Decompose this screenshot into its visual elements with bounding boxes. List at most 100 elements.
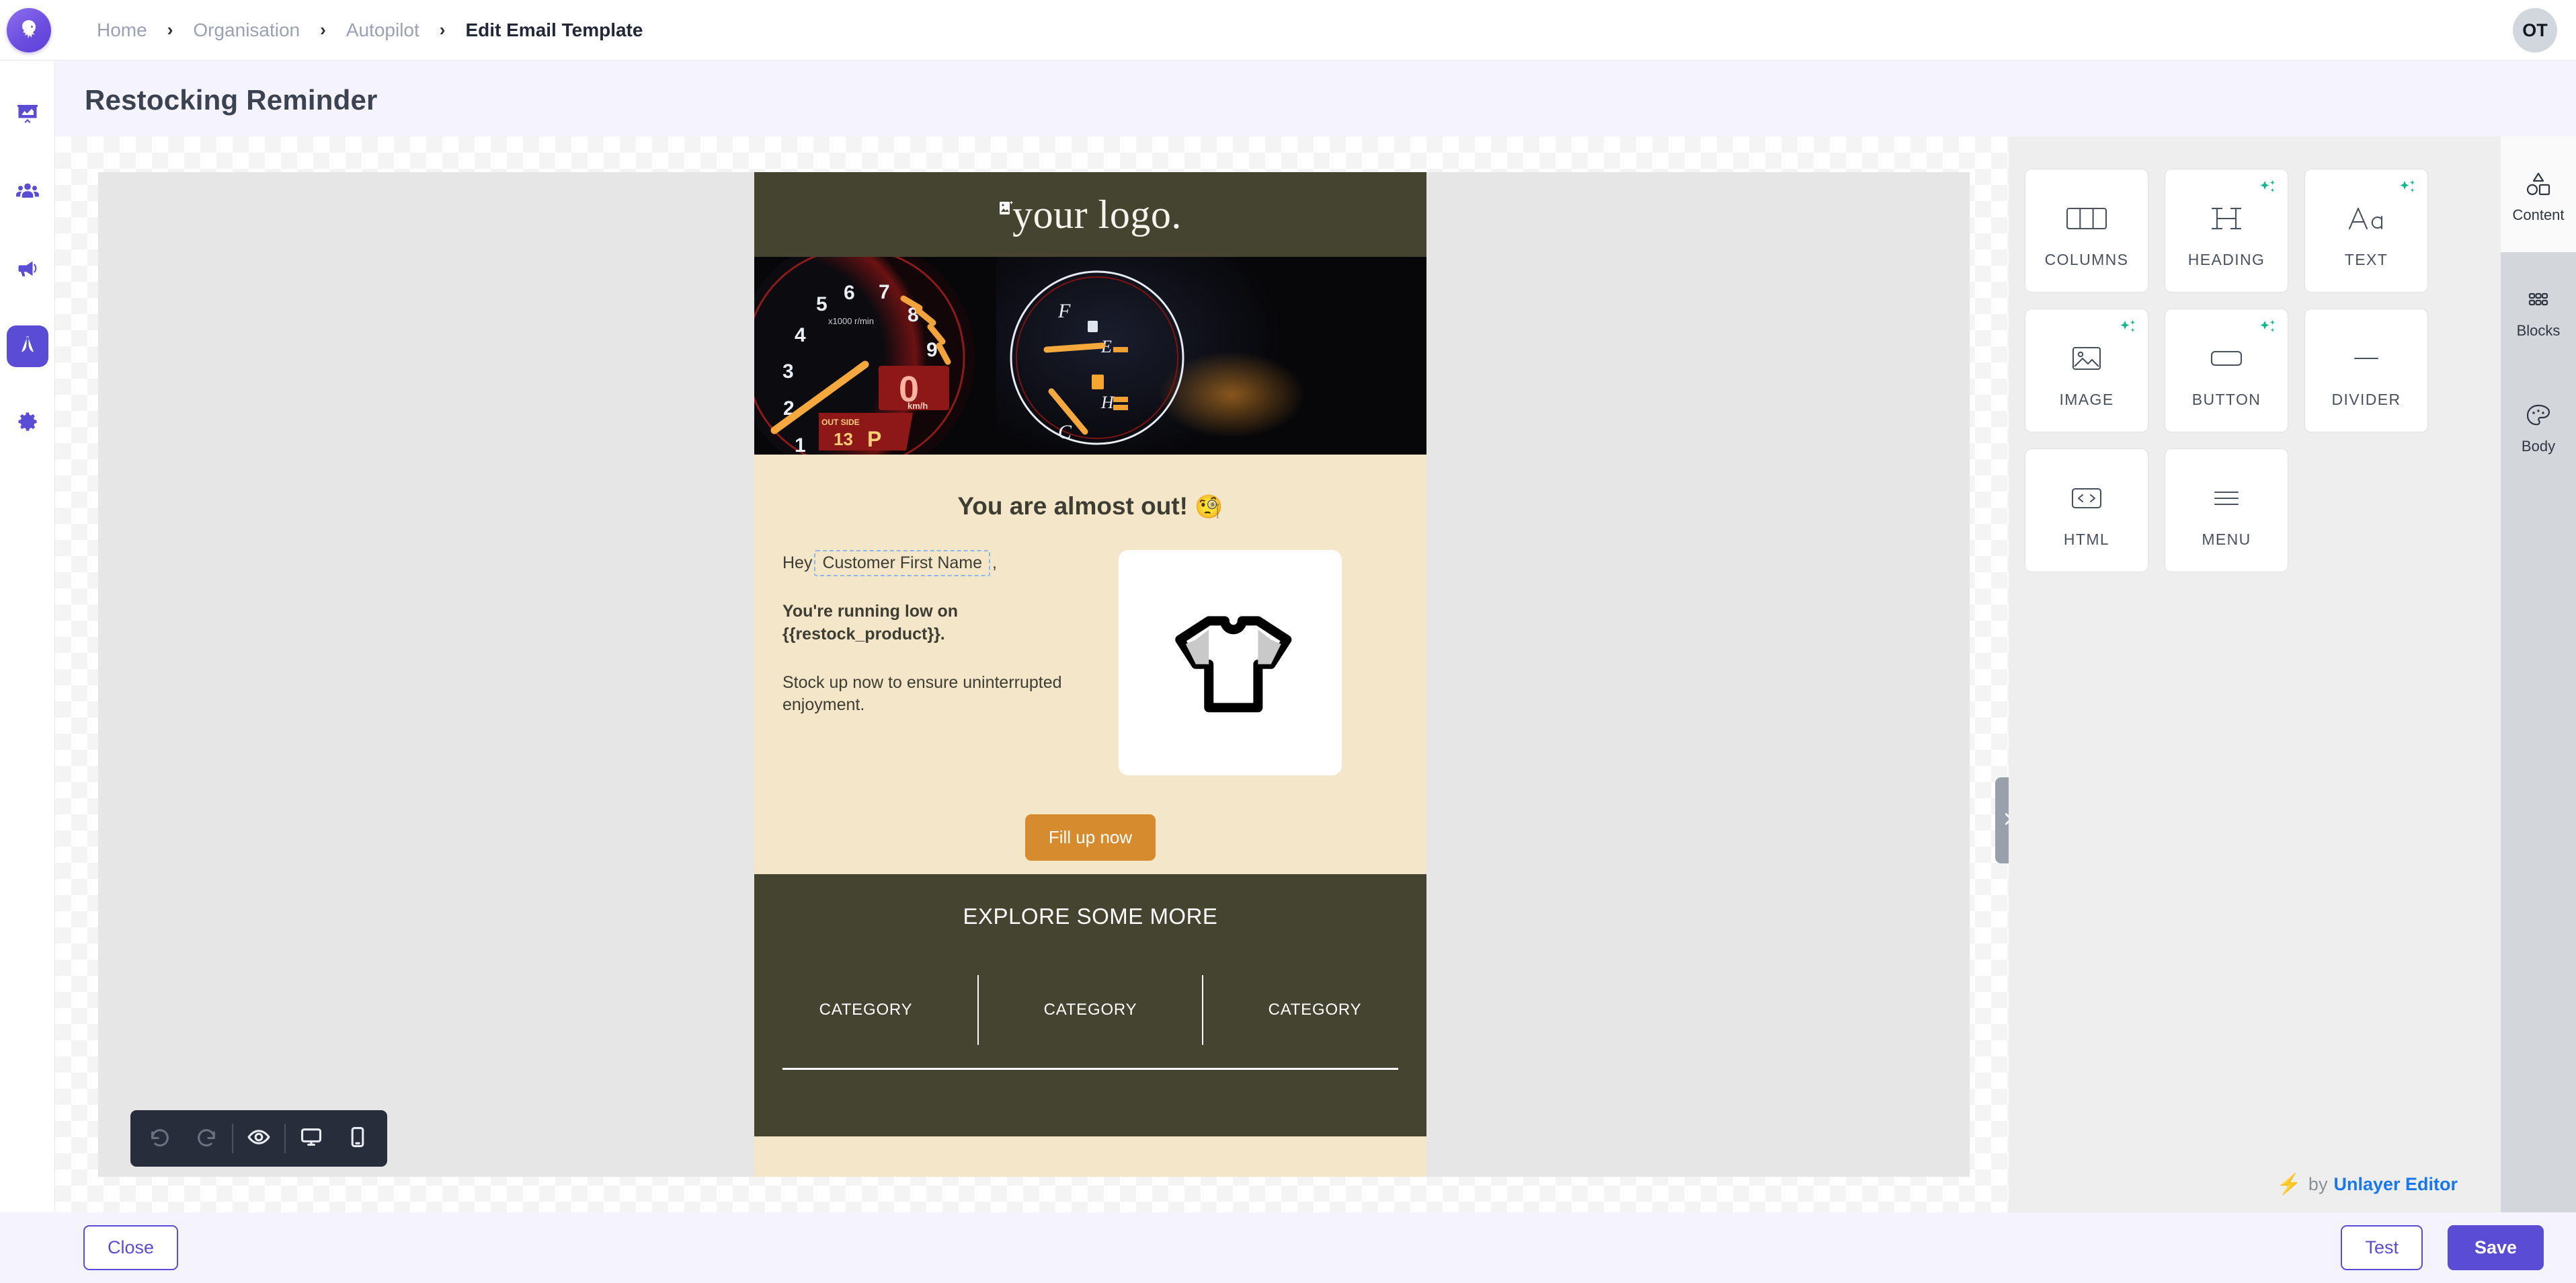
block-tile-html[interactable]: HTML: [2025, 449, 2148, 572]
image-placeholder-icon: [999, 200, 1014, 217]
email-paragraph[interactable]: Stock up now to ensure uninterrupted enj…: [782, 672, 1062, 717]
cta-button-fill-up-now[interactable]: Fill up now: [1024, 814, 1156, 861]
email-paragraph-bold[interactable]: You're running low on {{restock_product}…: [782, 600, 1062, 646]
page-header: Restocking Reminder: [55, 61, 2576, 137]
svg-text:6: 6: [844, 282, 855, 304]
panel-tab-strip: Content Blocks Body: [2501, 137, 2576, 1212]
breadcrumb: Home › Organisation › Autopilot › Edit E…: [97, 20, 643, 41]
svg-text:3: 3: [782, 360, 794, 383]
divider-icon: [2345, 333, 2387, 384]
block-tile-divider[interactable]: DIVIDER: [2304, 309, 2428, 432]
lightning-bolt-icon: ⚡: [2276, 1173, 2302, 1196]
block-tile-heading[interactable]: HEADING: [2165, 169, 2288, 293]
svg-text:km/h: km/h: [908, 401, 928, 411]
menu-icon: [2206, 473, 2247, 524]
test-button[interactable]: Test: [2341, 1225, 2423, 1270]
greeting-suffix: ,: [992, 553, 997, 572]
breadcrumb-item-autopilot[interactable]: Autopilot: [346, 20, 419, 41]
email-headline[interactable]: You are almost out! 🧐: [754, 455, 1426, 526]
top-bar: Home › Organisation › Autopilot › Edit E…: [0, 0, 2576, 61]
tab-label: Body: [2521, 438, 2556, 455]
toolbar-divider: [284, 1124, 286, 1153]
block-tile-columns[interactable]: COLUMNS: [2025, 169, 2148, 293]
tab-label: Content: [2512, 206, 2565, 223]
svg-text:F: F: [1057, 300, 1071, 322]
block-tile-label: MENU: [2202, 530, 2251, 548]
bottom-action-bar: Close Test Save: [0, 1212, 2576, 1283]
redo-button[interactable]: [184, 1110, 230, 1167]
block-tile-button[interactable]: BUTTON: [2165, 309, 2288, 432]
ai-sparkle-icon: [2399, 178, 2417, 197]
svg-text:5: 5: [816, 293, 828, 315]
merge-tag-customer-first-name[interactable]: Customer First Name: [814, 550, 991, 576]
breadcrumb-item-home[interactable]: Home: [97, 20, 147, 41]
credit-product-name[interactable]: Unlayer Editor: [2333, 1174, 2458, 1195]
block-tile-label: TEXT: [2344, 250, 2388, 268]
email-editor: your logo. 5 6 7 8 9 4 3 2 1 x1000 r/min…: [55, 137, 2576, 1212]
sidebar-item-autopilot[interactable]: [6, 325, 48, 367]
content-blocks-grid: COLUMNS HEADING TEXT IMAGE BUTTON DIVIDE…: [2025, 169, 2428, 572]
breadcrumb-item-organisation[interactable]: Organisation: [193, 20, 300, 41]
footer-category-3[interactable]: CATEGORY: [1202, 975, 1426, 1045]
editor-canvas: your logo. 5 6 7 8 9 4 3 2 1 x1000 r/min…: [55, 137, 2009, 1212]
megaphone-icon: [15, 256, 40, 284]
block-tile-menu[interactable]: MENU: [2165, 449, 2288, 572]
palette-icon: [2524, 396, 2552, 435]
tshirt-icon: [1158, 589, 1303, 737]
unlayer-credit: ⚡ by Unlayer Editor: [2277, 1173, 2458, 1196]
shapes-icon: [2524, 165, 2552, 204]
ai-sparkle-icon: [2259, 318, 2278, 337]
columns-icon: [2066, 193, 2107, 244]
grid-dots-icon: [2524, 280, 2552, 319]
mobile-view-button[interactable]: [335, 1110, 381, 1167]
undo-icon: [149, 1126, 171, 1152]
undo-button[interactable]: [137, 1110, 184, 1167]
tab-body[interactable]: Body: [2501, 368, 2576, 483]
preview-button[interactable]: [236, 1110, 282, 1167]
email-body: You are almost out! 🧐 Hey Customer First…: [754, 455, 1426, 874]
eagle-logo-icon[interactable]: [7, 7, 51, 52]
sidebar-item-analytics[interactable]: [7, 95, 48, 137]
email-logo-text: your logo.: [1012, 192, 1182, 237]
sidebar-item-campaigns[interactable]: [7, 249, 48, 290]
sidebar-item-settings[interactable]: [7, 402, 48, 444]
block-tile-label: IMAGE: [2059, 390, 2114, 408]
footer-category-2[interactable]: CATEGORY: [977, 975, 1202, 1045]
email-logo-band[interactable]: your logo.: [754, 172, 1426, 257]
email-greeting[interactable]: Hey Customer First Name ,: [782, 550, 1062, 576]
product-image-card[interactable]: [1119, 550, 1342, 775]
svg-text:x1000 r/min: x1000 r/min: [828, 316, 874, 326]
ai-sparkle-icon: [2259, 178, 2278, 197]
greeting-prefix: Hey: [782, 553, 813, 572]
sidebar-item-audience[interactable]: [7, 172, 48, 214]
toolbar-divider: [232, 1124, 233, 1153]
gear-icon: [15, 410, 40, 437]
chevron-right-icon: ›: [320, 20, 326, 40]
footer-category-1[interactable]: CATEGORY: [754, 975, 977, 1045]
presentation-chart-icon: [15, 103, 40, 130]
email-preview[interactable]: your logo. 5 6 7 8 9 4 3 2 1 x1000 r/min…: [754, 172, 1426, 1177]
hero-image-dashboard[interactable]: 567 89 432 10 x1000 r/min 0 km/h: [754, 257, 1426, 455]
email-footer-title[interactable]: EXPLORE SOME MORE: [754, 904, 1426, 943]
monocle-emoji-icon: 🧐: [1195, 494, 1223, 520]
chevron-right-icon: ›: [439, 20, 446, 40]
svg-text:9: 9: [926, 339, 938, 361]
desktop-view-button[interactable]: [288, 1110, 335, 1167]
block-tile-label: HTML: [2063, 530, 2110, 548]
close-button[interactable]: Close: [83, 1225, 179, 1270]
eye-icon: [247, 1126, 270, 1152]
block-tile-label: DIVIDER: [2331, 390, 2401, 408]
block-tile-label: COLUMNS: [2044, 250, 2129, 268]
block-tile-image[interactable]: IMAGE: [2025, 309, 2148, 432]
tab-label: Blocks: [2516, 322, 2561, 339]
tab-content[interactable]: Content: [2501, 137, 2576, 252]
avatar[interactable]: OT: [2513, 8, 2557, 52]
email-headline-text: You are almost out!: [957, 492, 1188, 520]
tab-blocks[interactable]: Blocks: [2501, 252, 2576, 368]
svg-text:P: P: [867, 427, 881, 451]
save-button[interactable]: Save: [2447, 1225, 2544, 1270]
text-aa-icon: [2345, 193, 2387, 244]
button-icon: [2206, 333, 2247, 384]
block-tile-text[interactable]: TEXT: [2304, 169, 2428, 293]
svg-text:4: 4: [795, 324, 806, 346]
